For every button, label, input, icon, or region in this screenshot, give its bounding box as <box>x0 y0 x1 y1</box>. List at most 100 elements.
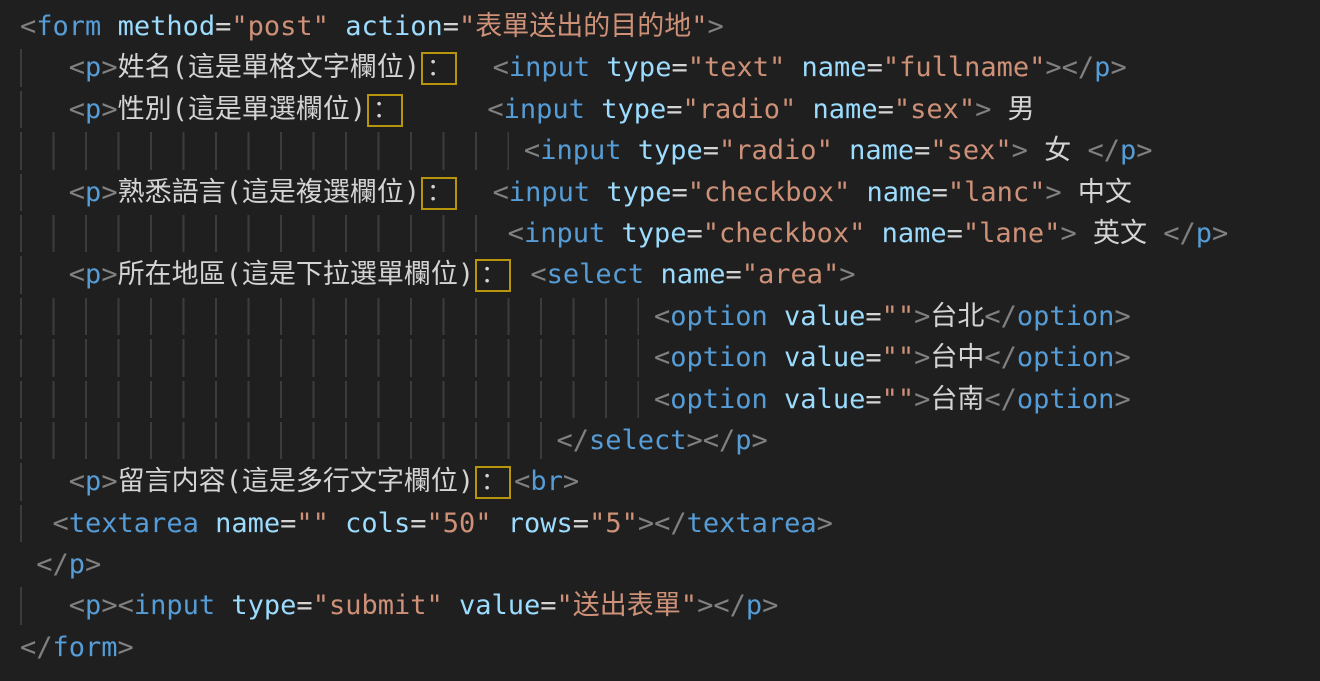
token-tag-name: p <box>85 259 101 290</box>
token-operator: = <box>914 135 930 166</box>
token-tag-name: p <box>85 52 101 83</box>
token-tag-name: textarea <box>69 508 199 539</box>
token-attribute-name: name <box>802 52 867 83</box>
code-editor[interactable]: <form method="post" action="表單送出的目的地"> <… <box>0 0 1320 681</box>
token-attribute-name: value <box>784 301 865 332</box>
token-attribute-name: name <box>215 508 280 539</box>
token-text: 台北 <box>930 301 984 332</box>
token-string: "50" <box>426 508 491 539</box>
token-tag-punctuation: > <box>85 549 101 580</box>
token-text <box>215 590 231 621</box>
token-attribute-name: name <box>849 135 914 166</box>
token-text <box>492 508 508 539</box>
token-text <box>329 508 345 539</box>
token-tag-name: p <box>69 549 85 580</box>
token-operator: = <box>410 508 426 539</box>
token-text <box>20 508 53 539</box>
token-tag-punctuation: < <box>508 218 524 249</box>
token-text <box>590 177 606 208</box>
token-tag-punctuation: < <box>487 94 503 125</box>
code-line: <option value="">台中</option> <box>20 337 1320 378</box>
token-string: "submit" <box>313 590 443 621</box>
token-tag-punctuation: </ <box>703 425 736 456</box>
token-attribute-name: type <box>606 52 671 83</box>
token-tag-punctuation: < <box>493 177 509 208</box>
unicode-highlight-box: ： <box>475 466 511 499</box>
token-text <box>768 342 784 373</box>
token-string: "checkbox" <box>703 218 866 249</box>
token-tag-punctuation: > <box>1136 135 1152 166</box>
token-text <box>329 11 345 42</box>
token-text <box>605 218 621 249</box>
token-tag-punctuation: </ <box>20 632 53 663</box>
token-operator: = <box>867 52 883 83</box>
token-text <box>20 52 69 83</box>
token-tag-punctuation: > <box>101 52 117 83</box>
token-attribute-name: name <box>813 94 878 125</box>
token-tag-name: p <box>746 590 762 621</box>
token-operator: = <box>666 94 682 125</box>
token-text <box>20 342 654 373</box>
token-operator: = <box>865 384 881 415</box>
token-operator: = <box>865 301 881 332</box>
token-tag-punctuation: > <box>697 590 713 621</box>
token-tag-name: p <box>1196 218 1212 249</box>
token-operator: = <box>671 177 687 208</box>
token-tag-name: input <box>504 94 585 125</box>
token-tag-punctuation: > <box>1212 218 1228 249</box>
token-attribute-name: name <box>867 177 932 208</box>
token-text <box>585 94 601 125</box>
token-text <box>101 11 117 42</box>
token-text <box>20 590 69 621</box>
token-text <box>590 52 606 83</box>
token-attribute-name: type <box>606 177 671 208</box>
token-text <box>20 177 69 208</box>
token-string: "" <box>296 508 329 539</box>
token-string: "表單送出的目的地" <box>459 11 708 42</box>
token-string: "area" <box>742 259 840 290</box>
token-tag-punctuation: > <box>1114 342 1130 373</box>
token-tag-punctuation: > <box>101 466 117 497</box>
token-attribute-name: type <box>601 94 666 125</box>
token-tag-name: input <box>540 135 621 166</box>
unicode-highlight-box: ： <box>421 52 457 85</box>
token-tag-punctuation: > <box>839 259 855 290</box>
token-attribute-name: name <box>882 218 947 249</box>
token-tag-name: form <box>53 632 118 663</box>
unicode-highlight-box: ： <box>475 259 511 292</box>
token-tag-name: select <box>589 425 687 456</box>
token-tag-punctuation: > <box>1045 52 1061 83</box>
token-text: 中文 <box>1062 177 1132 208</box>
token-operator: = <box>215 11 231 42</box>
token-tag-name: br <box>530 466 563 497</box>
token-tag-name: input <box>134 590 215 621</box>
token-tag-name: textarea <box>687 508 817 539</box>
token-text: 留言内容(這是多行文字欄位) <box>118 466 475 497</box>
token-tag-name: input <box>524 218 605 249</box>
token-tag-name: input <box>509 177 590 208</box>
token-tag-name: select <box>547 259 645 290</box>
token-tag-punctuation: > <box>914 384 930 415</box>
token-tag-name: p <box>85 590 101 621</box>
token-operator: = <box>296 590 312 621</box>
token-operator: = <box>703 135 719 166</box>
token-tag-punctuation: </ <box>1062 52 1095 83</box>
token-tag-punctuation: > <box>752 425 768 456</box>
code-line: <form method="post" action="表單送出的目的地"> <box>20 6 1320 47</box>
code-line: <p><input type="submit" value="送出表單"></p… <box>20 585 1320 626</box>
token-tag-punctuation: </ <box>1163 218 1196 249</box>
token-tag-punctuation: > <box>687 425 703 456</box>
token-text: 男 <box>991 94 1034 125</box>
token-operator: = <box>540 590 556 621</box>
token-text <box>20 549 36 580</box>
token-text <box>20 94 69 125</box>
token-string: "" <box>882 342 915 373</box>
token-string: "text" <box>688 52 786 83</box>
token-tag-punctuation: > <box>101 177 117 208</box>
token-text <box>768 301 784 332</box>
token-tag-punctuation: < <box>493 52 509 83</box>
token-tag-punctuation: > <box>1012 135 1028 166</box>
token-tag-punctuation: </ <box>984 384 1017 415</box>
code-line: <input type="radio" name="sex"> 女 </p> <box>20 130 1320 171</box>
token-tag-name: p <box>85 94 101 125</box>
